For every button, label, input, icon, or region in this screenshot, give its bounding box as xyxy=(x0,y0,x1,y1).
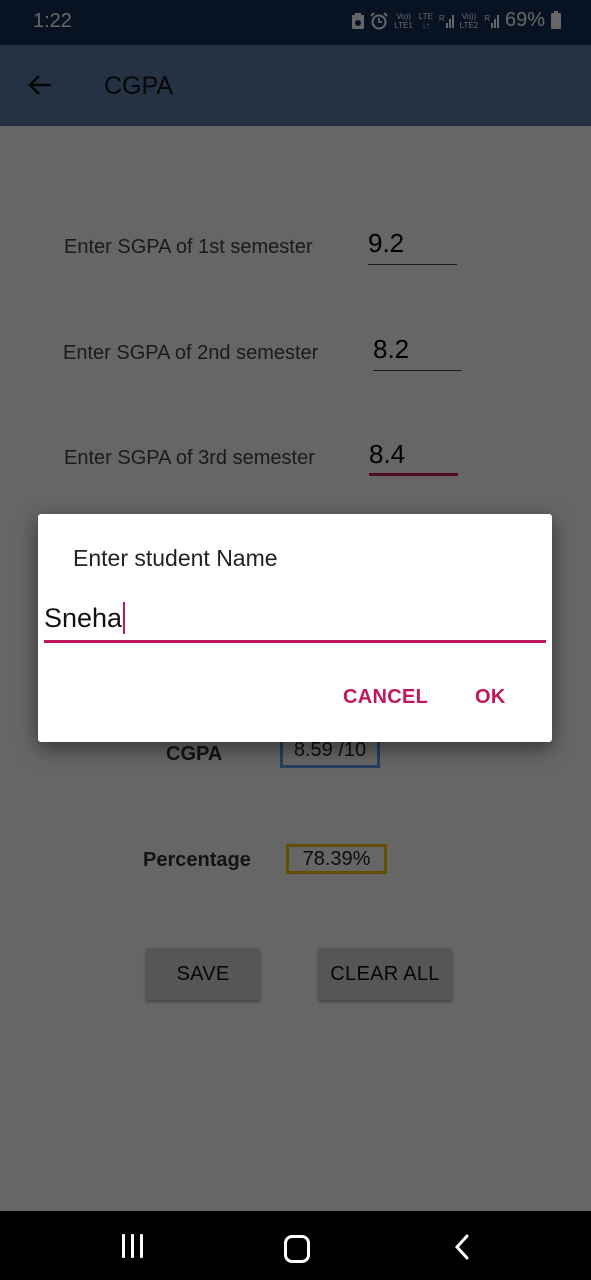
recent-apps-icon[interactable] xyxy=(120,1234,144,1258)
ok-button[interactable]: OK xyxy=(475,686,506,709)
system-nav-bar xyxy=(0,1211,591,1280)
student-name-input[interactable]: Sneha xyxy=(44,596,546,643)
cancel-button[interactable]: CANCEL xyxy=(343,686,428,709)
home-icon[interactable] xyxy=(284,1235,310,1263)
text-cursor xyxy=(123,602,126,634)
back-chevron-icon[interactable] xyxy=(452,1233,472,1261)
dialog-title: Enter student Name xyxy=(73,545,278,571)
student-name-value: Sneha xyxy=(44,602,123,633)
student-name-dialog: Enter student Name Sneha CANCEL OK xyxy=(38,514,552,742)
